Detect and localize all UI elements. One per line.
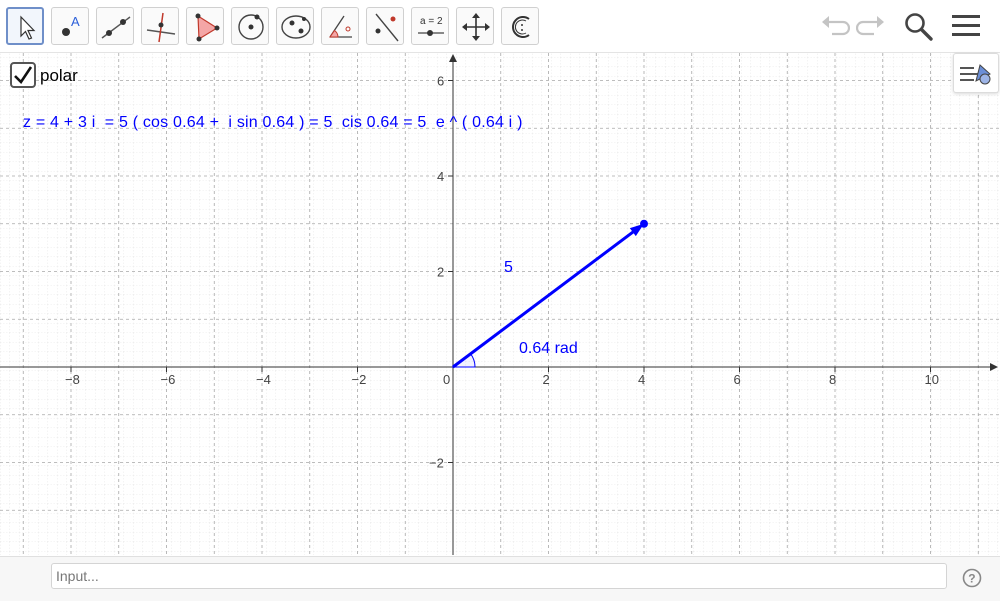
y-tick-label: 2 [437,265,444,280]
move-tool-button[interactable] [6,7,44,45]
angle-tool-button[interactable] [321,7,359,45]
redo-button[interactable] [855,10,888,42]
x-tick-label: −6 [161,372,176,387]
algebra-input-area: ? [0,556,1000,601]
x-tick-label: −4 [256,372,271,387]
circle-center-point-icon [238,14,264,40]
x-tick-label: 8 [829,372,836,387]
angle-icon [329,15,352,38]
polygon-icon [195,13,220,42]
move-graphics-view-tool-button[interactable] [456,7,494,45]
svg-text:A: A [71,14,80,29]
x-tick-label: −8 [65,372,80,387]
x-tick-label: 6 [734,372,741,387]
circle-tool-button[interactable] [231,7,269,45]
angle-label: 0.64 rad [519,340,578,357]
polar-checkbox-label: polar [40,66,78,85]
line-tool-button[interactable] [96,7,134,45]
slider-icon-label: a = 2 [420,16,443,27]
cursor-arrow-icon [20,15,36,40]
point-z[interactable] [640,219,648,228]
vector-length-label: 5 [504,259,513,276]
y-tick-label: 6 [437,74,444,89]
polar-checkbox[interactable] [10,62,36,88]
slider-tool-button[interactable]: a = 2 [411,7,449,45]
ellipse-icon [281,15,311,39]
main-menu-button[interactable] [950,10,982,42]
y-tick-label: 4 [437,169,444,184]
checkmark-icon [14,66,33,85]
x-tick-label: 2 [543,372,550,387]
complex-number-tool-button[interactable] [501,7,539,45]
complex-c-icon [512,16,530,38]
toolbar: A a = 2 [0,0,1000,53]
reflect-about-line-icon [375,13,399,42]
reflect-tool-button[interactable] [366,7,404,45]
redo-icon [855,16,884,36]
undo-icon [822,16,851,36]
style-bar-toggle-button[interactable] [953,53,999,93]
x-tick-label: 10 [925,372,939,387]
point-tool-button[interactable]: A [51,7,89,45]
undo-button[interactable] [818,10,851,42]
slider-icon: a = 2 [418,16,444,36]
hamburger-menu-icon [952,15,980,36]
x-tick-label: 4 [638,372,645,387]
perpendicular-line-tool-button[interactable] [141,7,179,45]
point-icon: A [62,14,80,36]
style-bar-toggle-icon [960,64,991,85]
y-tick-label: −2 [429,456,444,471]
x-tick-label: −2 [352,372,367,387]
complex-number-formula[interactable]: z = 4 + 3 i = 5 ( cos 0.64 + i sin 0.64 … [23,114,523,132]
perpendicular-line-icon [146,12,176,43]
polygon-tool-button[interactable] [186,7,224,45]
x-tick-label: 0 [443,372,450,387]
four-way-arrows-icon [462,13,490,41]
algebra-input-field[interactable] [51,563,947,589]
svg-text:?: ? [968,572,975,586]
line-through-two-points-icon [101,16,131,39]
search-button[interactable] [902,10,934,42]
help-icon[interactable]: ? [962,568,982,588]
search-icon [905,13,933,41]
conic-tool-button[interactable] [276,7,314,45]
